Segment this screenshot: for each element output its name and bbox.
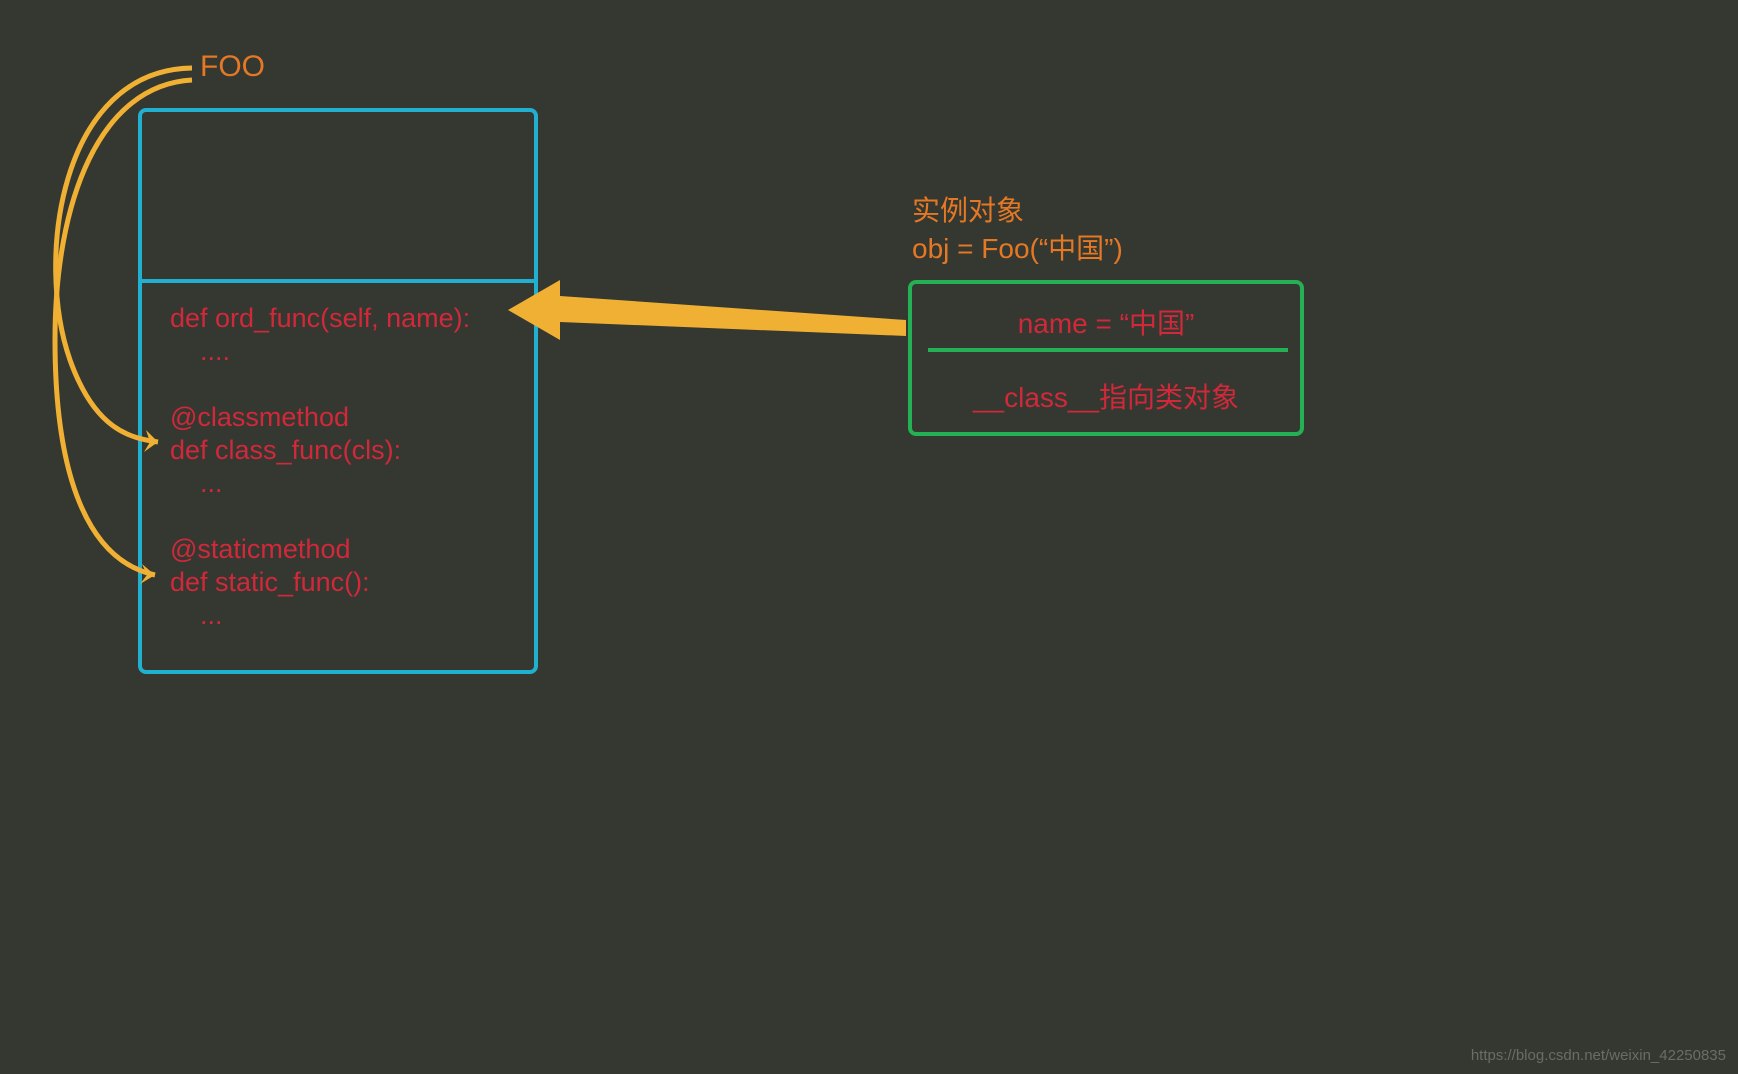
instance-object-box: name = “中国” __class__指向类对象 xyxy=(908,280,1304,436)
class-pointer-arrow xyxy=(508,280,906,340)
instance-label-line1: 实例对象 xyxy=(912,195,1024,226)
instance-name-attr: name = “中国” xyxy=(912,284,1300,342)
foo-class-label: FOO xyxy=(200,50,265,84)
diagram-canvas: FOO def ord_func(self, name): .... @clas… xyxy=(0,0,1738,1074)
instance-label: 实例对象 obj = Foo(“中国”) xyxy=(912,192,1123,268)
instance-class-pointer: __class__指向类对象 xyxy=(912,362,1300,416)
class-box-divider xyxy=(142,279,534,283)
watermark-url: https://blog.csdn.net/weixin_42250835 xyxy=(1471,1047,1726,1064)
instance-label-line2: obj = Foo(“中国”) xyxy=(912,233,1123,264)
class-object-box: def ord_func(self, name): .... @classmet… xyxy=(138,108,538,674)
instance-box-divider xyxy=(928,348,1288,352)
class-methods-code: def ord_func(self, name): .... @classmet… xyxy=(170,302,470,632)
